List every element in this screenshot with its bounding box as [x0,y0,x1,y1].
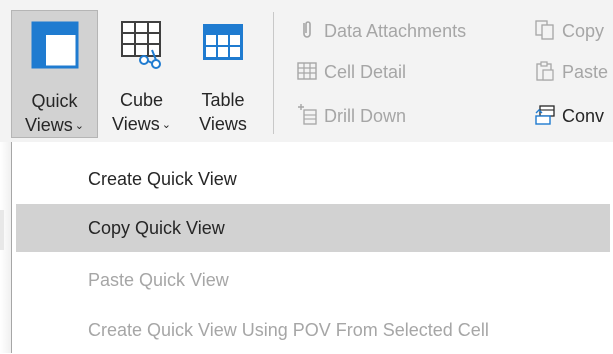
menu-item-paste-quick-view[interactable]: Paste Quick View [16,256,610,304]
quick-views-label-line2: Views [25,115,73,135]
drill-down-icon [296,104,318,126]
convert-label: Conv [562,106,605,126]
cube-views-button[interactable]: Cube Views ⌄ [99,10,184,138]
cube-views-icon [116,18,168,75]
copy-button[interactable]: Copy [534,16,604,46]
copy-label: Copy [562,21,605,41]
table-views-label-line2: Views [199,114,247,134]
ribbon: Quick Views ⌄ Cube Views ⌄ Table Views D… [0,0,613,142]
menu-item-create-quick-view-using-pov[interactable]: Create Quick View Using POV From Selecte… [16,306,610,354]
cell-detail-button[interactable]: Cell Detail [296,57,406,87]
quick-views-icon [29,19,81,76]
convert-button[interactable]: Conv [534,101,604,131]
quick-views-dropdown-menu: Create Quick View Copy Quick View Paste … [11,142,613,353]
cell-detail-label: Cell Detail [324,62,407,82]
quick-views-button[interactable]: Quick Views ⌄ [11,10,98,138]
drill-down-button[interactable]: Drill Down [296,101,406,131]
convert-icon [534,104,556,126]
drill-down-label: Drill Down [324,106,407,126]
copy-icon [534,19,556,41]
menu-item-label: Paste Quick View [88,270,229,290]
table-views-icon [199,18,247,71]
cube-views-label-line1: Cube [119,90,164,110]
paste-icon [534,60,556,82]
chevron-down-icon: ⌄ [161,119,171,131]
menu-item-label: Copy Quick View [88,218,225,238]
paste-button[interactable]: Paste [534,57,608,87]
group-separator [273,12,274,134]
data-attachments-label: Data Attachments [324,21,467,41]
menu-item-create-quick-view[interactable]: Create Quick View [16,155,610,203]
menu-item-copy-quick-view[interactable]: Copy Quick View [16,204,610,252]
paste-label: Paste [562,62,609,82]
data-attachments-button[interactable]: Data Attachments [296,16,466,46]
menu-item-label: Create Quick View Using POV From Selecte… [88,320,489,340]
chevron-down-icon: ⌄ [74,120,84,132]
background-edge [0,210,4,250]
menu-item-label: Create Quick View [88,169,237,189]
cube-views-label-line2: Views [112,114,160,134]
table-views-button[interactable]: Table Views [186,10,260,138]
grid-icon [296,60,318,82]
quick-views-label-line1: Quick [31,91,78,111]
paperclip-icon [296,19,318,41]
table-views-label-line1: Table [201,90,245,110]
